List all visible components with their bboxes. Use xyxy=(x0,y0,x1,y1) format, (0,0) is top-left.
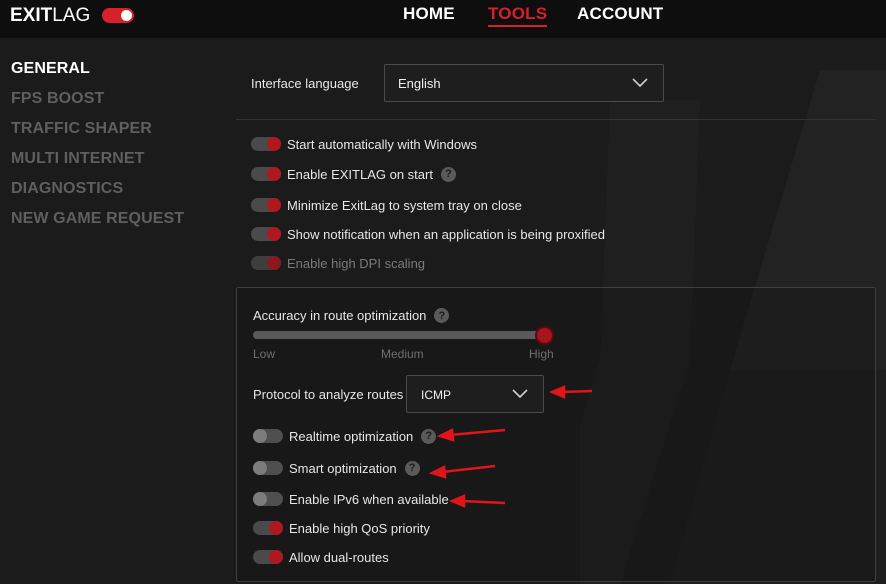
main-nav: HOME TOOLS ACCOUNT xyxy=(0,4,886,28)
sidebar: GENERAL FPS BOOST TRAFFIC SHAPER MULTI I… xyxy=(11,60,211,240)
sidebar-item-diagnostics[interactable]: DIAGNOSTICS xyxy=(11,180,211,210)
tick-medium: Medium xyxy=(381,347,424,361)
toggle-smart-optimization[interactable] xyxy=(253,461,283,475)
nav-home[interactable]: HOME xyxy=(403,4,455,24)
sidebar-item-multi-internet[interactable]: MULTI INTERNET xyxy=(11,150,211,180)
option-label: Minimize ExitLag to system tray on close xyxy=(287,197,522,213)
accuracy-label-text: Accuracy in route optimization xyxy=(253,308,427,323)
toggle-dual-routes[interactable] xyxy=(253,550,283,564)
accuracy-label: Accuracy in route optimization ? xyxy=(253,308,450,323)
option-label: Enable IPv6 when available xyxy=(289,491,449,507)
protocol-label: Protocol to analyze routes xyxy=(253,387,404,402)
option-smart-optimization: Smart optimization ? xyxy=(253,459,420,477)
toggle-high-qos[interactable] xyxy=(253,521,283,535)
language-label: Interface language xyxy=(251,76,359,91)
tick-high: High xyxy=(529,347,554,361)
help-icon[interactable]: ? xyxy=(440,166,456,182)
tick-low: Low xyxy=(253,347,276,361)
help-icon[interactable]: ? xyxy=(421,428,437,444)
accuracy-slider-track[interactable] xyxy=(253,331,545,339)
accuracy-slider-handle[interactable] xyxy=(535,326,554,345)
option-start-with-windows: Start automatically with Windows xyxy=(251,135,477,153)
option-label: Enable high QoS priority xyxy=(289,520,430,536)
sidebar-item-fps-boost[interactable]: FPS BOOST xyxy=(11,90,211,120)
divider xyxy=(236,119,876,120)
protocol-select[interactable]: ICMP xyxy=(406,375,544,413)
top-bar: EXITLAG HOME TOOLS ACCOUNT xyxy=(0,0,886,38)
option-high-dpi: Enable high DPI scaling xyxy=(251,254,425,272)
toggle-minimize-to-tray[interactable] xyxy=(251,198,281,212)
language-value: English xyxy=(398,76,441,91)
chevron-down-icon xyxy=(632,78,648,88)
chevron-down-icon xyxy=(512,389,528,399)
toggle-enable-ipv6[interactable] xyxy=(253,492,283,506)
toggle-high-dpi[interactable] xyxy=(251,256,281,270)
option-label: Allow dual-routes xyxy=(289,549,389,565)
option-label: Smart optimization xyxy=(289,460,397,476)
nav-tools[interactable]: TOOLS xyxy=(488,4,548,27)
protocol-value: ICMP xyxy=(421,388,451,402)
sidebar-item-traffic-shaper[interactable]: TRAFFIC SHAPER xyxy=(11,120,211,150)
toggle-enable-on-start[interactable] xyxy=(251,167,281,181)
sidebar-item-new-game-request[interactable]: NEW GAME REQUEST xyxy=(11,210,211,240)
option-label: Enable EXITLAG on start xyxy=(287,166,433,182)
toggle-realtime-optimization[interactable] xyxy=(253,429,283,443)
option-minimize-to-tray: Minimize ExitLag to system tray on close xyxy=(251,196,522,214)
toggle-start-with-windows[interactable] xyxy=(251,137,281,151)
option-enable-on-start: Enable EXITLAG on start ? xyxy=(251,165,456,183)
option-dual-routes: Allow dual-routes xyxy=(253,548,389,566)
help-icon[interactable]: ? xyxy=(434,308,450,323)
option-label: Show notification when an application is… xyxy=(287,226,605,242)
option-label: Realtime optimization xyxy=(289,428,414,444)
option-label: Start automatically with Windows xyxy=(287,136,478,152)
nav-account[interactable]: ACCOUNT xyxy=(577,4,663,24)
option-label: Enable high DPI scaling xyxy=(287,255,426,271)
help-icon[interactable]: ? xyxy=(404,460,420,476)
option-realtime-optimization: Realtime optimization ? xyxy=(253,427,437,445)
option-enable-ipv6: Enable IPv6 when available xyxy=(253,490,449,508)
toggle-show-notification[interactable] xyxy=(251,227,281,241)
language-select[interactable]: English xyxy=(384,64,664,102)
sidebar-item-general[interactable]: GENERAL xyxy=(11,60,211,90)
option-show-notification: Show notification when an application is… xyxy=(251,225,605,243)
option-high-qos: Enable high QoS priority xyxy=(253,519,430,537)
